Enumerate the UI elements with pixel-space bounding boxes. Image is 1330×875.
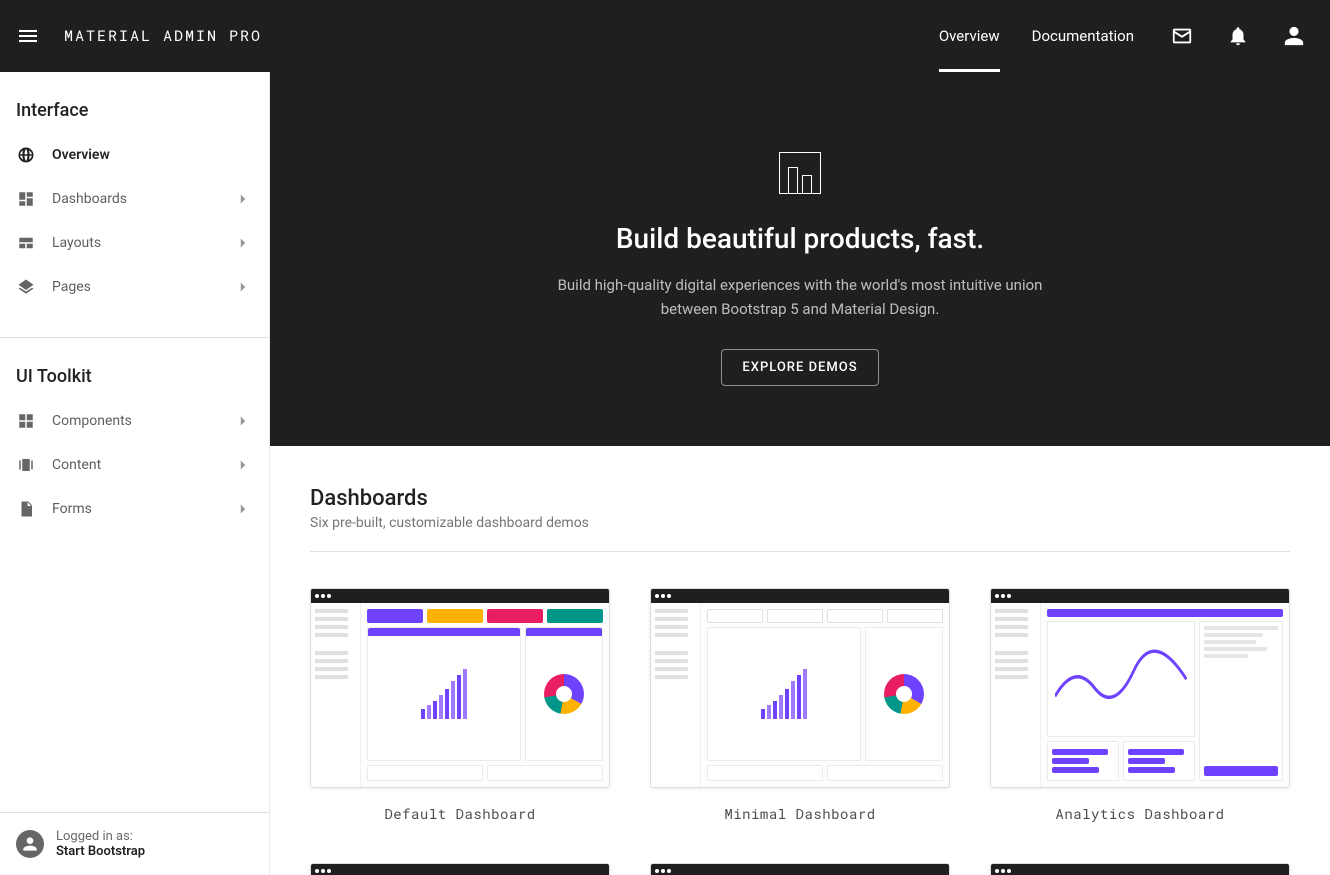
sidebar-item-label: Content — [52, 457, 101, 473]
demo-card-partial-3[interactable] — [990, 863, 1290, 875]
footer-label: Logged in as: — [56, 829, 145, 844]
demo-thumbnail — [310, 863, 610, 875]
demo-card-label: Analytics Dashboard — [990, 804, 1290, 823]
notifications-button[interactable] — [1214, 12, 1262, 60]
sidebar-item-layouts[interactable]: Layouts — [0, 221, 269, 265]
menu-icon — [16, 24, 40, 48]
demo-card-partial-1[interactable] — [310, 863, 610, 875]
hero-subtitle: Build high-quality digital experiences w… — [540, 273, 1060, 321]
topnav-label: Documentation — [1032, 27, 1134, 45]
explore-demos-button[interactable]: EXPLORE DEMOS — [721, 349, 878, 386]
dashboard-card-grid: Default Dashboard — [310, 588, 1290, 875]
hero: Build beautiful products, fast. Build hi… — [270, 72, 1330, 446]
sidebar-item-overview[interactable]: Overview — [0, 133, 269, 177]
sidebar-item-label: Overview — [52, 147, 110, 163]
demo-card-partial-2[interactable] — [650, 863, 950, 875]
section-subtitle: Six pre-built, customizable dashboard de… — [310, 515, 1290, 531]
topnav-documentation[interactable]: Documentation — [1016, 0, 1150, 72]
person-icon — [1283, 25, 1305, 47]
chevron-right-icon — [233, 233, 253, 253]
topnav-overview[interactable]: Overview — [923, 0, 1016, 72]
dashboards-section: Dashboards Six pre-built, customizable d… — [270, 446, 1330, 875]
chevron-right-icon — [233, 189, 253, 209]
demo-card-analytics[interactable]: Analytics Dashboard — [990, 588, 1290, 823]
globe-icon — [16, 145, 36, 165]
app-title: MATERIAL ADMIN PRO — [64, 26, 262, 46]
sidebar-item-label: Pages — [52, 279, 91, 295]
sidebar-item-components[interactable]: Components — [0, 399, 269, 443]
chevron-right-icon — [233, 277, 253, 297]
topnav-label: Overview — [939, 27, 1000, 45]
main-content[interactable]: Build beautiful products, fast. Build hi… — [270, 72, 1330, 875]
profile-button[interactable] — [1270, 12, 1318, 60]
demo-card-default[interactable]: Default Dashboard — [310, 588, 610, 823]
sidebar-item-label: Forms — [52, 501, 92, 517]
sidebar-item-content[interactable]: Content — [0, 443, 269, 487]
demo-card-label: Default Dashboard — [310, 804, 610, 823]
demo-thumbnail — [650, 863, 950, 875]
dashboard-icon — [16, 189, 36, 209]
sidebar-item-label: Dashboards — [52, 191, 127, 207]
view-compact-icon — [16, 233, 36, 253]
sidebar-item-label: Components — [52, 413, 132, 429]
footer-user: Start Bootstrap — [56, 844, 145, 859]
sidebar-item-dashboards[interactable]: Dashboards — [0, 177, 269, 221]
demo-thumbnail — [990, 588, 1290, 788]
bell-icon — [1227, 25, 1249, 47]
sidebar-item-forms[interactable]: Forms — [0, 487, 269, 531]
demo-card-minimal[interactable]: Minimal Dashboard — [650, 588, 950, 823]
section-divider — [310, 551, 1290, 552]
description-icon — [16, 499, 36, 519]
sidebar-heading-interface: Interface — [0, 72, 269, 133]
widgets-icon — [16, 411, 36, 431]
amp-stories-icon — [16, 455, 36, 475]
demo-thumbnail — [650, 588, 950, 788]
hero-logo-icon — [779, 152, 821, 194]
sidebar: Interface Overview Dashboards Layouts — [0, 72, 270, 875]
layers-icon — [16, 277, 36, 297]
sidebar-footer: Logged in as: Start Bootstrap — [0, 812, 269, 875]
chevron-right-icon — [233, 499, 253, 519]
sidebar-heading-uitoolkit: UI Toolkit — [0, 338, 269, 399]
account-circle-icon — [20, 834, 40, 854]
chevron-right-icon — [233, 411, 253, 431]
demo-thumbnail — [990, 863, 1290, 875]
demo-thumbnail — [310, 588, 610, 788]
chevron-right-icon — [233, 455, 253, 475]
menu-toggle-button[interactable] — [4, 12, 52, 60]
sidebar-item-pages[interactable]: Pages — [0, 265, 269, 309]
hero-title: Build beautiful products, fast. — [310, 222, 1290, 255]
section-title: Dashboards — [310, 486, 1290, 511]
mail-button[interactable] — [1158, 12, 1206, 60]
topnav: Overview Documentation — [923, 0, 1150, 72]
demo-card-label: Minimal Dashboard — [650, 804, 950, 823]
sidebar-item-label: Layouts — [52, 235, 101, 251]
topbar: MATERIAL ADMIN PRO Overview Documentatio… — [0, 0, 1330, 72]
mail-icon — [1171, 25, 1193, 47]
sidebar-scroll[interactable]: Interface Overview Dashboards Layouts — [0, 72, 269, 812]
avatar[interactable] — [16, 830, 44, 858]
